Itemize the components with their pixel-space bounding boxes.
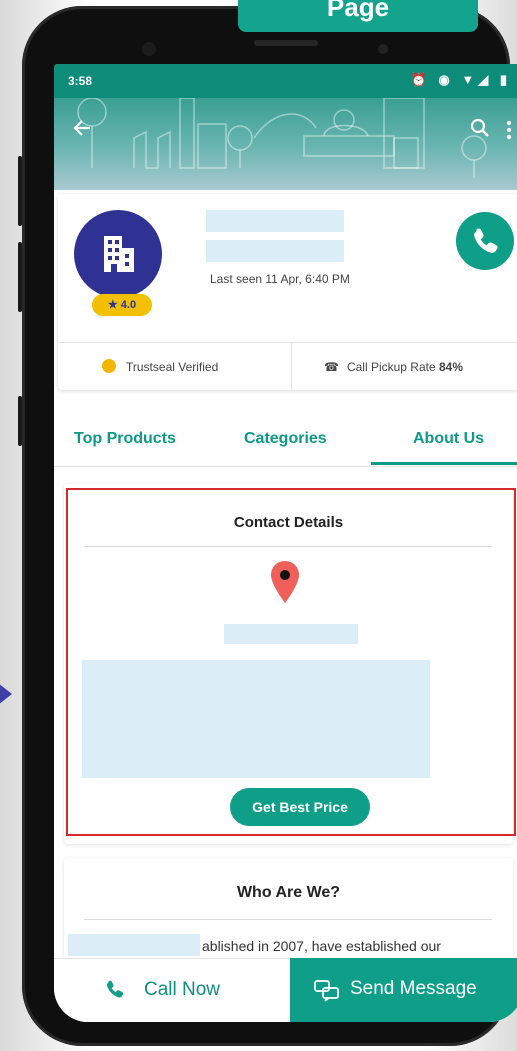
stats-divider	[291, 343, 292, 391]
front-camera	[378, 44, 388, 54]
who-are-we-text: ablished in 2007, have established our	[202, 938, 441, 954]
building-icon	[104, 236, 134, 272]
call-now-button[interactable]: Call Now	[54, 958, 290, 1022]
pointer-arrow	[0, 680, 12, 708]
send-message-button[interactable]: Send Message	[290, 958, 517, 1022]
trustseal-icon	[102, 359, 116, 373]
pickup-rate-label: Call Pickup Rate	[346, 360, 439, 374]
call-button[interactable]	[456, 212, 514, 270]
pickup-rate-stat: ☎ Call Pickup Rate 84%	[324, 343, 463, 391]
call-now-label: Call Now	[144, 979, 221, 1000]
last-seen-text: Last seen 11 Apr, 6:40 PM	[210, 272, 350, 286]
profile-tabs: Top Products Categories About Us	[54, 412, 517, 467]
app-screen: 3:58 ⏰ ◉ ▼◢ ▮ ★ 4.0 Last seen 11 Apr, 6:…	[54, 64, 517, 1022]
who-divider	[84, 919, 492, 920]
bottom-action-bar: Call Now Send Message	[54, 958, 517, 1022]
phone-icon	[474, 228, 498, 253]
rating-badge: ★ 4.0	[92, 294, 152, 316]
redacted-location	[206, 240, 344, 262]
highlight-box	[66, 488, 516, 836]
redacted-company-text	[68, 934, 200, 956]
speaker	[254, 40, 318, 46]
side-button	[18, 396, 22, 446]
company-avatar	[74, 210, 162, 298]
seller-profile-card: ★ 4.0 Last seen 11 Apr, 6:40 PM Trustsea…	[58, 194, 517, 391]
volume-button	[18, 242, 22, 312]
trustseal-label: Trustseal Verified	[126, 360, 219, 374]
phone-frame: 3:58 ⏰ ◉ ▼◢ ▮ ★ 4.0 Last seen 11 Apr, 6:…	[18, 6, 517, 1046]
phone-icon	[106, 980, 124, 998]
header-skyline-illustration	[77, 98, 487, 178]
seller-stats-row: Trustseal Verified ☎ Call Pickup Rate 84%	[58, 342, 517, 391]
send-message-label: Send Message	[350, 978, 477, 999]
status-time: 3:58	[68, 74, 93, 88]
tab-about-us[interactable]: About Us	[413, 430, 484, 448]
chat-icon	[314, 980, 339, 1002]
tab-categories[interactable]: Categories	[244, 430, 327, 448]
sensor	[142, 42, 156, 56]
status-icons: ⏰ ◉ ▼◢ ▮	[410, 72, 511, 87]
trustseal-stat: Trustseal Verified	[102, 343, 218, 391]
pickup-rate-value: 84%	[439, 360, 464, 374]
app-header	[54, 98, 517, 190]
redacted-company-name	[206, 210, 344, 232]
page-tag: Page	[238, 0, 478, 32]
status-bar: 3:58 ⏰ ◉ ▼◢ ▮	[54, 64, 517, 98]
tab-top-products[interactable]: Top Products	[74, 430, 176, 448]
who-are-we-title: Who Are We?	[236, 884, 341, 901]
active-tab-indicator	[371, 462, 517, 465]
volume-button	[18, 156, 22, 226]
call-pickup-icon: ☎	[324, 360, 339, 374]
